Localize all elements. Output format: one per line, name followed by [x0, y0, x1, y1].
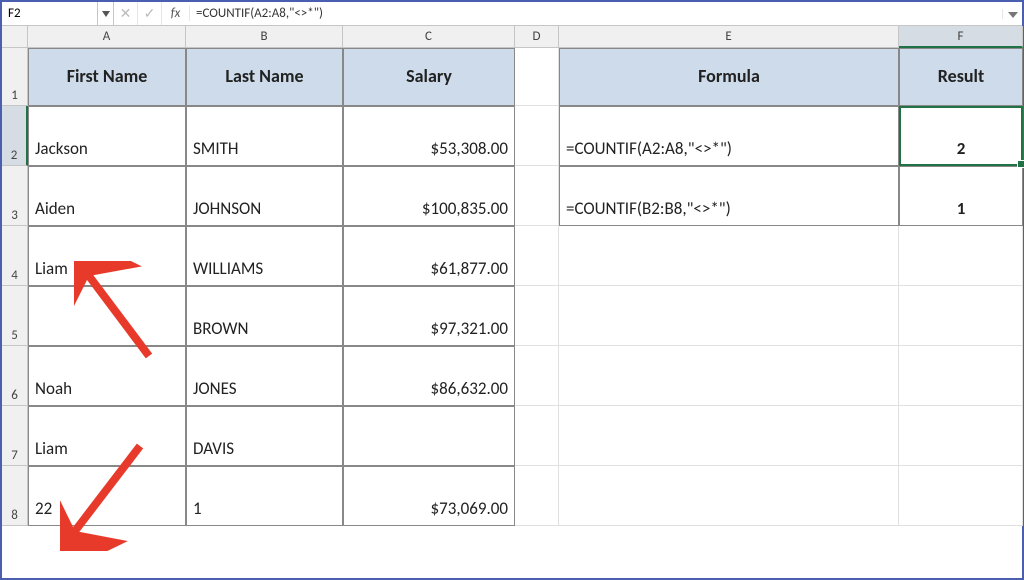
row-headers: 12345678 — [2, 48, 28, 526]
cell-E8[interactable] — [559, 466, 899, 526]
result-cell[interactable]: 1 — [899, 166, 1023, 226]
fx-icon[interactable]: fx — [162, 6, 190, 21]
expand-formula-bar-icon[interactable] — [1002, 9, 1022, 19]
cell-D7[interactable] — [515, 406, 559, 466]
table-row-salary[interactable]: $73,069.00 — [343, 466, 515, 526]
column-header-A[interactable]: A — [28, 26, 186, 48]
cell-D4[interactable] — [515, 226, 559, 286]
name-box[interactable] — [2, 2, 98, 25]
cell-E5[interactable] — [559, 286, 899, 346]
column-header-B[interactable]: B — [186, 26, 343, 48]
table-row-salary[interactable]: $97,321.00 — [343, 286, 515, 346]
cell-D6[interactable] — [515, 346, 559, 406]
table-row-last[interactable]: JONES — [186, 346, 343, 406]
cancel-icon: ✕ — [114, 2, 138, 25]
formula-input[interactable] — [190, 2, 1002, 25]
table-row-last[interactable]: DAVIS — [186, 406, 343, 466]
cells-area: First NameLast NameSalary FormulaResult Ja… — [28, 48, 1022, 578]
header-result[interactable]: Result — [899, 48, 1023, 106]
table-row-salary[interactable]: $100,835.00 — [343, 166, 515, 226]
table-row-first[interactable]: 22 — [28, 466, 186, 526]
column-header-C[interactable]: C — [343, 26, 515, 48]
accept-icon: ✓ — [138, 2, 162, 25]
header-last-name[interactable]: Last Name — [186, 48, 343, 106]
header-formula[interactable]: Formula — [559, 48, 899, 106]
row-header-2[interactable]: 2 — [2, 106, 28, 166]
table-row-salary[interactable]: $53,308.00 — [343, 106, 515, 166]
cell-F7[interactable] — [899, 406, 1023, 466]
table-row-first[interactable]: Aiden — [28, 166, 186, 226]
name-box-dropdown[interactable] — [98, 2, 114, 25]
table-row-last[interactable]: 1 — [186, 466, 343, 526]
header-first-name[interactable]: First Name — [28, 48, 186, 106]
table-row-last[interactable]: JOHNSON — [186, 166, 343, 226]
table-row-last[interactable]: BROWN — [186, 286, 343, 346]
table-row-salary[interactable] — [343, 406, 515, 466]
row-header-3[interactable]: 3 — [2, 166, 28, 226]
table-row-first[interactable] — [28, 286, 186, 346]
result-cell[interactable]: 2 — [899, 106, 1023, 166]
table-row-first[interactable]: Jackson — [28, 106, 186, 166]
column-header-E[interactable]: E — [559, 26, 899, 48]
table-row-last[interactable]: WILLIAMS — [186, 226, 343, 286]
cell-D5[interactable] — [515, 286, 559, 346]
select-all-triangle[interactable] — [2, 26, 28, 48]
row-header-4[interactable]: 4 — [2, 226, 28, 286]
column-header-D[interactable]: D — [515, 26, 559, 48]
cell-F8[interactable] — [899, 466, 1023, 526]
row-header-5[interactable]: 5 — [2, 286, 28, 346]
cell-F4[interactable] — [899, 226, 1023, 286]
column-headers: ABCDEF — [28, 26, 1023, 48]
formula-bar: ✕ ✓ fx — [2, 2, 1022, 26]
table-row-first[interactable]: Noah — [28, 346, 186, 406]
column-header-F[interactable]: F — [899, 26, 1023, 48]
cell-E4[interactable] — [559, 226, 899, 286]
table-row-first[interactable]: Liam — [28, 226, 186, 286]
cell-D8[interactable] — [515, 466, 559, 526]
row-header-6[interactable]: 6 — [2, 346, 28, 406]
table-row-first[interactable]: Liam — [28, 406, 186, 466]
table-row-salary[interactable]: $86,632.00 — [343, 346, 515, 406]
row-header-1[interactable]: 1 — [2, 48, 28, 106]
cell-D1[interactable] — [515, 48, 559, 106]
row-header-8[interactable]: 8 — [2, 466, 28, 526]
row-header-7[interactable]: 7 — [2, 406, 28, 466]
table-row-last[interactable]: SMITH — [186, 106, 343, 166]
header-salary[interactable]: Salary — [343, 48, 515, 106]
cell-D3[interactable] — [515, 166, 559, 226]
cell-F5[interactable] — [899, 286, 1023, 346]
formula-cell[interactable]: =COUNTIF(A2:A8,"<>*") — [559, 106, 899, 166]
cell-D2[interactable] — [515, 106, 559, 166]
formula-cell[interactable]: =COUNTIF(B2:B8,"<>*") — [559, 166, 899, 226]
cell-E6[interactable] — [559, 346, 899, 406]
spreadsheet-grid: ABCDEF 12345678 First NameLast NameSalar… — [2, 26, 1022, 578]
table-row-salary[interactable]: $61,877.00 — [343, 226, 515, 286]
cell-E7[interactable] — [559, 406, 899, 466]
cell-F6[interactable] — [899, 346, 1023, 406]
